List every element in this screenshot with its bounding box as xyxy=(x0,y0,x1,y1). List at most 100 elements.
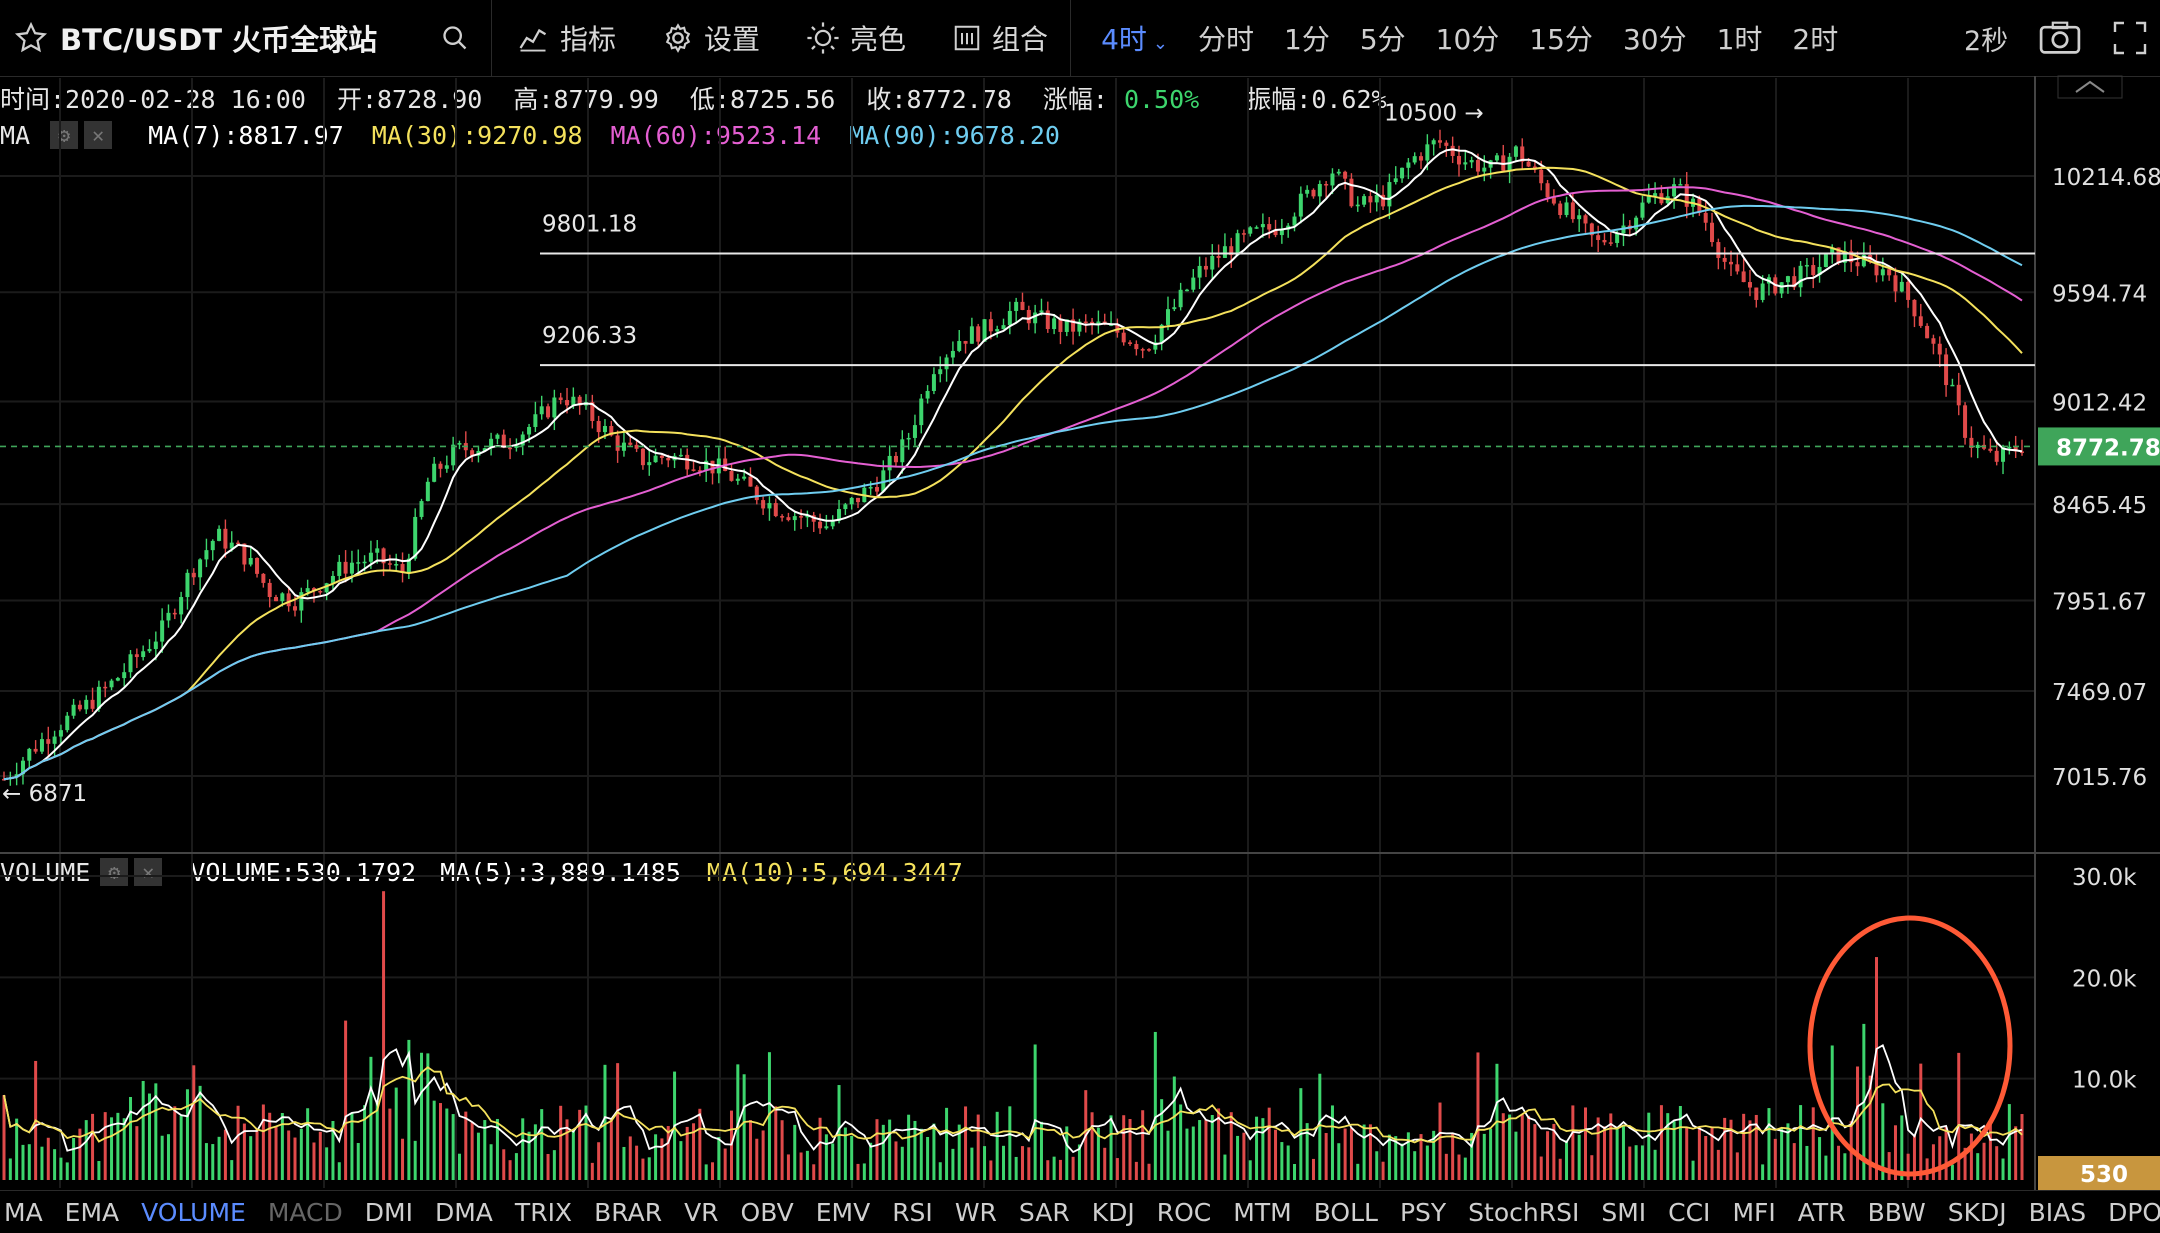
combo-label: 组合 xyxy=(992,23,1049,56)
light-theme-button[interactable]: 亮色 xyxy=(806,18,906,58)
volume-bar xyxy=(141,1080,145,1180)
indicator-tab-smi[interactable]: SMI xyxy=(1601,1198,1646,1227)
ma-close-icon[interactable]: ✕ xyxy=(84,121,113,149)
indicator-tab-emv[interactable]: EMV xyxy=(816,1198,870,1227)
indicator-tab-vr[interactable]: VR xyxy=(684,1198,718,1227)
timeframe-button[interactable]: 2时 xyxy=(1792,18,1838,58)
volume-bar xyxy=(331,1120,335,1180)
timeframe-button[interactable]: 30分 xyxy=(1623,18,1687,58)
indicator-tab-volume[interactable]: VOLUME xyxy=(141,1198,246,1227)
candle-body xyxy=(1963,405,1968,438)
candle-body xyxy=(1615,233,1620,243)
indicator-tab-roc[interactable]: ROC xyxy=(1157,1198,1212,1227)
candle-body xyxy=(204,550,209,560)
indicator-tab-brar[interactable]: BRAR xyxy=(594,1198,662,1227)
volume-bar xyxy=(2001,1158,2005,1180)
fullscreen-button[interactable] xyxy=(2112,0,2148,76)
candle-body xyxy=(1887,269,1892,276)
settings-button[interactable]: 设置 xyxy=(662,18,760,58)
symbol-title[interactable]: BTC/USDT 火币全球站 xyxy=(60,17,377,59)
indicator-tab-macd[interactable]: MACD xyxy=(268,1198,343,1227)
indicator-tab-mfi[interactable]: MFI xyxy=(1732,1198,1775,1227)
star-icon[interactable] xyxy=(14,21,48,55)
timeframe-button[interactable]: 15分 xyxy=(1529,18,1593,58)
indicator-tab-rsi[interactable]: RSI xyxy=(892,1198,933,1227)
candle-body xyxy=(292,606,297,611)
camera-button[interactable] xyxy=(2038,0,2082,76)
candle-body xyxy=(1317,184,1322,197)
candle-body xyxy=(1710,222,1715,243)
candle-body xyxy=(1279,229,1284,236)
settings-icon xyxy=(665,23,691,53)
volume-close-icon[interactable]: ✕ xyxy=(134,858,163,886)
indicator-tab-bias[interactable]: BIAS xyxy=(2029,1198,2087,1227)
candle-body xyxy=(1849,251,1854,263)
candle-body xyxy=(640,448,645,466)
candle-body xyxy=(242,543,247,565)
ma-settings-icon[interactable]: ⚙ xyxy=(50,121,79,149)
volume-bar xyxy=(1115,1158,1119,1180)
candle-body xyxy=(1172,307,1177,310)
indicator-tab-stochrsi[interactable]: StochRSI xyxy=(1468,1198,1579,1227)
candle-body xyxy=(1216,255,1221,258)
candle-body xyxy=(1355,204,1360,207)
chevron-down-icon: ⌄ xyxy=(1152,33,1168,54)
volume-bar xyxy=(1324,1133,1328,1180)
indicator-tab-ema[interactable]: EMA xyxy=(65,1198,119,1227)
indicator-tab-wr[interactable]: WR xyxy=(955,1198,997,1227)
volume-bar xyxy=(1033,1044,1037,1180)
indicator-tab-psy[interactable]: PSY xyxy=(1400,1198,1446,1227)
volume-bar xyxy=(856,1163,860,1180)
candle-body xyxy=(565,400,570,406)
indicator-tab-dmi[interactable]: DMI xyxy=(365,1198,413,1227)
candle-body xyxy=(1267,224,1272,230)
indicator-tab-dma[interactable]: DMA xyxy=(435,1198,493,1227)
volume-bar xyxy=(78,1128,82,1180)
indicator-button[interactable]: 指标 xyxy=(516,18,616,58)
volume-bar xyxy=(1027,1147,1031,1180)
timeframe-button[interactable]: 分时 xyxy=(1198,18,1254,58)
volume-bar xyxy=(1267,1107,1271,1180)
candle-body xyxy=(1893,275,1898,292)
indicator-tab-obv[interactable]: OBV xyxy=(741,1198,794,1227)
ohlc-change-label: 涨幅: xyxy=(1042,85,1108,114)
indicator-tab-boll[interactable]: BOLL xyxy=(1314,1198,1378,1227)
candle-body xyxy=(65,715,70,731)
volume-bar xyxy=(369,1056,373,1180)
indicator-tab-kdj[interactable]: KDJ xyxy=(1092,1198,1135,1227)
timeframe-button[interactable]: 1时 xyxy=(1717,18,1763,58)
candle-body xyxy=(103,686,108,689)
volume-bar xyxy=(603,1064,607,1180)
indicator-tab-atr[interactable]: ATR xyxy=(1798,1198,1846,1227)
volume-settings-icon[interactable]: ⚙ xyxy=(100,858,129,886)
volume-value: VOLUME:530.1792 xyxy=(190,857,417,887)
candle-body xyxy=(1513,146,1518,157)
indicator-tab-trix[interactable]: TRIX xyxy=(515,1198,572,1227)
candle-body xyxy=(1026,309,1031,324)
volume-bar xyxy=(1489,1128,1493,1180)
indicator-tab-mtm[interactable]: MTM xyxy=(1233,1198,1291,1227)
indicator-tab-skdj[interactable]: SKDJ xyxy=(1948,1198,2007,1227)
current-volume-tag-label: 530 xyxy=(2080,1162,2128,1188)
candle-body xyxy=(786,517,791,521)
volume-bar xyxy=(1153,1031,1157,1180)
candle-body xyxy=(1362,196,1367,205)
timeframe-button[interactable]: 1分 xyxy=(1284,18,1330,58)
timeframe-button[interactable]: 10分 xyxy=(1436,18,1500,58)
volume-legend-name: VOLUME xyxy=(0,857,91,887)
timeframe-4h-button[interactable]: 4时 ⌄ xyxy=(1101,18,1168,58)
indicator-tab-cci[interactable]: CCI xyxy=(1668,1198,1710,1227)
indicator-tab-sar[interactable]: SAR xyxy=(1019,1198,1070,1227)
indicator-tab-dpo[interactable]: DPO xyxy=(2108,1198,2160,1227)
indicator-tab-ma[interactable]: MA xyxy=(4,1198,43,1227)
price-volume-chart[interactable]: 9801.189206.3310500 →← 6871 10214.689594… xyxy=(0,0,2160,1190)
indicator-tab-bbw[interactable]: BBW xyxy=(1868,1198,1926,1227)
refresh-interval[interactable]: 2秒 xyxy=(1964,19,2008,58)
timeframe-button[interactable]: 5分 xyxy=(1360,18,1406,58)
volume-bar xyxy=(1912,1134,1916,1180)
candle-body xyxy=(1577,215,1582,220)
candle-body xyxy=(425,481,430,502)
search-icon[interactable] xyxy=(441,24,469,52)
candle-body xyxy=(628,442,633,445)
combo-button[interactable]: 组合 xyxy=(952,18,1048,58)
